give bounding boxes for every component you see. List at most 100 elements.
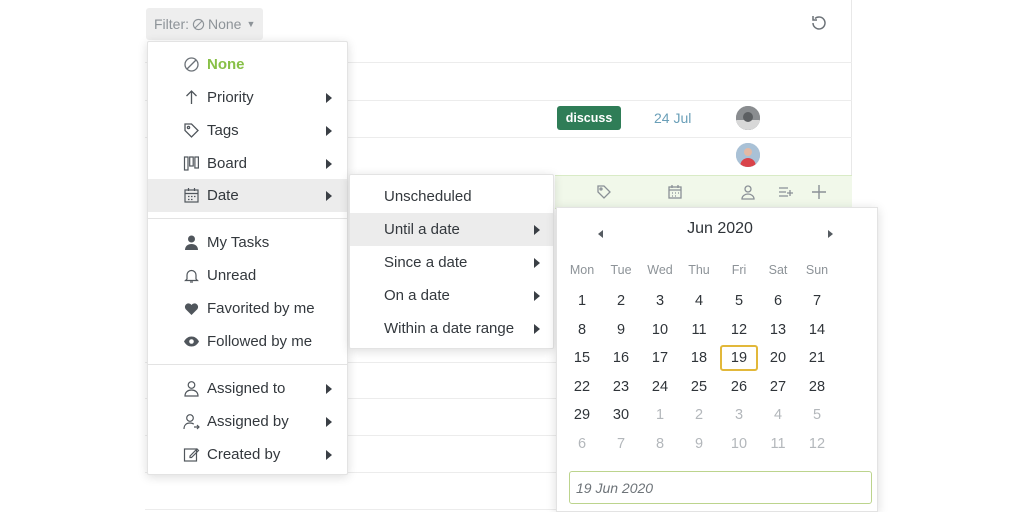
- menu-item-favorited[interactable]: Favorited by me: [148, 292, 347, 325]
- menu-item-priority[interactable]: Priority: [148, 81, 347, 114]
- bell-icon: [183, 267, 200, 284]
- menu-item-my-tasks[interactable]: My Tasks: [148, 226, 347, 259]
- checklist-icon[interactable]: [778, 184, 794, 200]
- submenu-arrow-icon: [534, 257, 540, 268]
- calendar-day[interactable]: 3: [719, 402, 759, 428]
- calendar-day[interactable]: 12: [797, 431, 837, 457]
- menu-item-label: My Tasks: [207, 234, 270, 251]
- calendar-day[interactable]: 29: [562, 402, 602, 428]
- submenu-arrow-icon: [326, 125, 332, 136]
- menu-item-label: Within a date range: [384, 320, 515, 337]
- calendar-day[interactable]: 24: [640, 374, 680, 400]
- submenu-arrow-icon: [534, 290, 540, 301]
- calendar-day[interactable]: 26: [719, 374, 759, 400]
- calendar-day[interactable]: 6: [758, 288, 798, 314]
- menu-item-label: Priority: [207, 89, 254, 106]
- calendar-day[interactable]: 4: [758, 402, 798, 428]
- tag-icon[interactable]: [596, 184, 612, 200]
- menu-item-label: Tags: [207, 122, 239, 139]
- calendar-day[interactable]: 11: [758, 431, 798, 457]
- refresh-icon[interactable]: [809, 13, 829, 33]
- calendar-day[interactable]: 12: [719, 317, 759, 343]
- calendar-icon[interactable]: [667, 184, 683, 200]
- menu-item-assigned-by[interactable]: Assigned by: [148, 405, 347, 438]
- menu-item-on-a-date[interactable]: On a date: [350, 279, 553, 312]
- menu-item-date[interactable]: Date: [148, 179, 347, 212]
- menu-item-label: Board: [207, 155, 248, 172]
- calendar-day[interactable]: 7: [797, 288, 837, 314]
- menu-item-unscheduled[interactable]: Unscheduled: [350, 180, 553, 213]
- calendar-day[interactable]: 5: [797, 402, 837, 428]
- heart-icon: [183, 300, 200, 317]
- calendar-day[interactable]: 25: [679, 374, 719, 400]
- calendar-day[interactable]: 30: [601, 402, 641, 428]
- calendar-day[interactable]: 16: [601, 345, 641, 371]
- calendar-day[interactable]: 11: [679, 317, 719, 343]
- menu-divider: [148, 364, 347, 365]
- calendar-day[interactable]: 3: [640, 288, 680, 314]
- calendar-day[interactable]: 27: [758, 374, 798, 400]
- calendar-day[interactable]: 28: [797, 374, 837, 400]
- menu-item-since-a-date[interactable]: Since a date: [350, 246, 553, 279]
- menu-item-assigned-to[interactable]: Assigned to: [148, 372, 347, 405]
- menu-item-tags[interactable]: Tags: [148, 114, 347, 147]
- menu-item-created-by[interactable]: Created by: [148, 438, 347, 471]
- menu-item-label: Assigned to: [207, 380, 286, 397]
- calendar-day[interactable]: 9: [601, 317, 641, 343]
- submenu-arrow-icon: [534, 323, 540, 334]
- date-picker: Jun 2020 MonTueWedThuFriSatSun1234567891…: [556, 207, 878, 512]
- calendar-day[interactable]: 2: [601, 288, 641, 314]
- arrow-up-icon: [183, 89, 200, 106]
- next-month-icon[interactable]: [828, 230, 833, 238]
- calendar-day[interactable]: 8: [640, 431, 680, 457]
- calendar-day-selected[interactable]: 19: [720, 345, 758, 372]
- calendar-day[interactable]: 20: [758, 345, 798, 371]
- calendar-day[interactable]: 10: [719, 431, 759, 457]
- weekday-label: Sun: [805, 263, 829, 277]
- assign-user-icon[interactable]: [740, 184, 756, 200]
- menu-item-board[interactable]: Board: [148, 147, 347, 180]
- calendar-day[interactable]: 22: [562, 374, 602, 400]
- calendar-day[interactable]: 23: [601, 374, 641, 400]
- calendar-day[interactable]: 6: [562, 431, 602, 457]
- calendar-day[interactable]: 1: [640, 402, 680, 428]
- calendar-day[interactable]: 5: [719, 288, 759, 314]
- filter-button[interactable]: Filter: None ▼: [146, 8, 264, 40]
- calendar-day[interactable]: 10: [640, 317, 680, 343]
- calendar-day[interactable]: 4: [679, 288, 719, 314]
- weekday-label: Tue: [610, 263, 632, 277]
- calendar-day[interactable]: 18: [679, 345, 719, 371]
- menu-item-label: Since a date: [384, 254, 468, 271]
- menu-item-label: Favorited by me: [207, 300, 315, 317]
- status-badge[interactable]: discuss: [557, 106, 621, 130]
- user-icon: [183, 234, 200, 251]
- calendar-day[interactable]: 9: [679, 431, 719, 457]
- date-submenu: Unscheduled Until a date Since a date On…: [349, 174, 554, 349]
- calendar-day[interactable]: 7: [601, 431, 641, 457]
- user-assign-icon: [183, 413, 200, 430]
- avatar[interactable]: [736, 106, 760, 130]
- date-input[interactable]: [569, 471, 872, 504]
- menu-item-date-range[interactable]: Within a date range: [350, 312, 553, 345]
- menu-item-until-a-date[interactable]: Until a date: [350, 213, 553, 246]
- menu-item-label: Assigned by: [207, 413, 289, 430]
- calendar-day[interactable]: 21: [797, 345, 837, 371]
- add-icon[interactable]: [811, 184, 827, 200]
- menu-item-label: On a date: [384, 287, 450, 304]
- weekday-label: Fri: [731, 263, 747, 277]
- tag-icon: [183, 122, 200, 139]
- weekday-label: Thu: [688, 263, 710, 277]
- calendar-day[interactable]: 14: [797, 317, 837, 343]
- calendar-day[interactable]: 13: [758, 317, 798, 343]
- calendar-day[interactable]: 15: [562, 345, 602, 371]
- menu-item-label: None: [207, 56, 245, 73]
- calendar-day[interactable]: 17: [640, 345, 680, 371]
- menu-item-none[interactable]: None: [148, 48, 347, 81]
- submenu-arrow-icon: [326, 383, 332, 394]
- menu-item-followed[interactable]: Followed by me: [148, 325, 347, 358]
- calendar-day[interactable]: 2: [679, 402, 719, 428]
- menu-item-unread[interactable]: Unread: [148, 259, 347, 292]
- calendar-day[interactable]: 1: [562, 288, 602, 314]
- calendar-day[interactable]: 8: [562, 317, 602, 343]
- avatar[interactable]: [736, 143, 760, 167]
